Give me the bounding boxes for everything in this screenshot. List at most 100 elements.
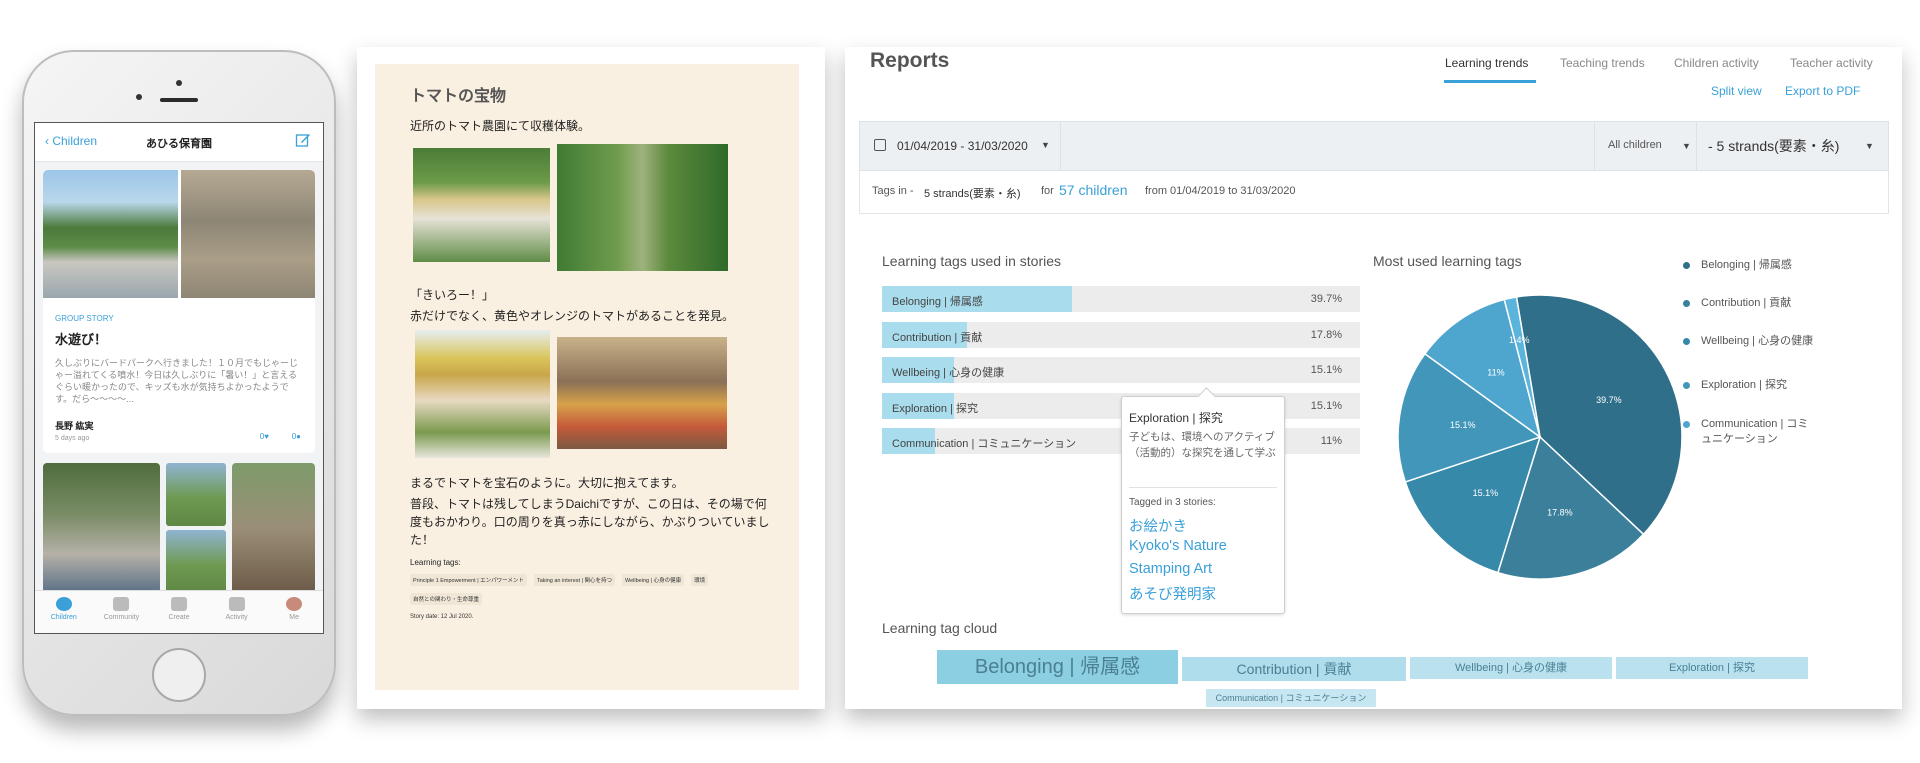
tab-teacher-activity[interactable]: Teacher activity bbox=[1790, 56, 1873, 70]
bar-label: Wellbeing | 心身の健康 bbox=[892, 367, 1005, 379]
story-paragraph: 赤だけでなく、黄色やオレンジのトマトがあることを発見。 bbox=[410, 309, 735, 323]
legend-label: Communication | コミュニケーション bbox=[1701, 418, 1809, 445]
filter-bar: 01/04/2019 - 31/03/2020 ▼ All children ▼… bbox=[859, 121, 1889, 171]
avatar bbox=[286, 597, 303, 611]
story-link[interactable]: Stamping Art bbox=[1129, 561, 1212, 577]
home-button[interactable] bbox=[152, 648, 206, 702]
chevron-down-icon: ▼ bbox=[1682, 141, 1691, 151]
pie-slice-label: 39.7% bbox=[1596, 395, 1622, 405]
legend-item[interactable]: Belonging | 帰属感 bbox=[1683, 258, 1816, 273]
tab-learning-trends[interactable]: Learning trends bbox=[1445, 56, 1528, 70]
legend-label: Belonging | 帰属感 bbox=[1701, 259, 1792, 271]
cloud-tag[interactable]: Exploration | 探究 bbox=[1616, 657, 1808, 679]
cloud-tag[interactable]: Contribution | 貢献 bbox=[1182, 657, 1406, 681]
split-view-link[interactable]: Split view bbox=[1711, 84, 1762, 98]
strands-select[interactable]: - 5 strands(要素・糸) bbox=[1708, 136, 1839, 156]
bar-row[interactable]: Wellbeing | 心身の健康 15.1% bbox=[882, 357, 1360, 383]
legend-item[interactable]: Exploration | 探究 bbox=[1683, 378, 1816, 393]
active-tab-indicator bbox=[1444, 80, 1536, 83]
phone-sensor bbox=[136, 94, 142, 100]
bar-value-label: 39.7% bbox=[1310, 293, 1342, 305]
tab-bar: Children Community Create Activity Me bbox=[35, 590, 323, 633]
story-photo bbox=[557, 337, 727, 449]
story-paragraph: 近所のトマト農園にて収穫体験。 bbox=[410, 119, 591, 133]
chevron-down-icon: ▼ bbox=[1041, 140, 1050, 150]
tab-label: Community bbox=[103, 614, 140, 621]
bar-value-label: 11% bbox=[1320, 435, 1342, 447]
divider bbox=[1696, 122, 1697, 170]
legend-swatch bbox=[1683, 338, 1690, 345]
children-select[interactable]: All children bbox=[1608, 139, 1662, 151]
summary-prefix: Tags in - bbox=[872, 185, 914, 197]
bar-row[interactable]: Belonging | 帰属感 39.7% bbox=[882, 286, 1360, 312]
tab-children-activity[interactable]: Children activity bbox=[1674, 56, 1759, 70]
story-title: 水遊び！ bbox=[55, 332, 108, 347]
story-link[interactable]: Kyoko's Nature bbox=[1129, 538, 1227, 554]
tab-create[interactable]: Create bbox=[150, 591, 208, 633]
learning-tag: Taking an interest | 関心を持つ bbox=[533, 574, 616, 586]
date-range-select[interactable]: 01/04/2019 - 31/03/2020 bbox=[897, 139, 1028, 153]
story-photo bbox=[43, 463, 160, 593]
story-timestamp: 5 days ago bbox=[55, 435, 90, 442]
bar-value-label: 15.1% bbox=[1310, 399, 1342, 412]
tooltip-description: 子どもは、環境へのアクティブ（活動的）な探究を通して学ぶ bbox=[1129, 431, 1276, 459]
learning-tag: 自然との関わり・生命尊重 bbox=[410, 593, 482, 605]
story-photos bbox=[43, 170, 315, 298]
tab-me[interactable]: Me bbox=[265, 591, 323, 633]
tab-label: Me bbox=[289, 614, 300, 621]
story-card-photos[interactable] bbox=[43, 463, 316, 593]
bars-section-title: Learning tags used in stories bbox=[882, 253, 1061, 269]
activity-icon bbox=[228, 597, 245, 611]
legend-item[interactable]: Communication | コミュニケーション bbox=[1683, 417, 1816, 447]
legend-label: Wellbeing | 心身の健康 bbox=[1701, 335, 1814, 347]
story-author: 長野 紘実 bbox=[55, 421, 94, 431]
tab-label: Children bbox=[50, 614, 77, 621]
story-feed: GROUP STORY 水遊び！ 久しぶりにバードパークへ行きました！１０月でも… bbox=[35, 162, 323, 593]
cloud-tag[interactable]: Wellbeing | 心身の健康 bbox=[1410, 657, 1612, 679]
legend-label: Contribution | 貢献 bbox=[1701, 297, 1792, 309]
legend-item[interactable]: Wellbeing | 心身の健康 bbox=[1683, 334, 1816, 349]
bar-label: Belonging | 帰属感 bbox=[892, 296, 983, 308]
bar-row[interactable]: Contribution | 貢献 17.8% bbox=[882, 321, 1360, 348]
tab-children[interactable]: Children bbox=[35, 591, 93, 633]
story-photo bbox=[165, 463, 227, 526]
comment-button[interactable]: 0● bbox=[292, 432, 301, 441]
story-photo bbox=[165, 530, 227, 593]
tab-teaching-trends[interactable]: Teaching trends bbox=[1560, 56, 1645, 70]
story-link[interactable]: あそび発明家 bbox=[1129, 583, 1216, 604]
legend-swatch bbox=[1683, 300, 1690, 307]
summary-line: Tags in - 5 strands(要素・糸) for 57 childre… bbox=[859, 171, 1889, 214]
tooltip-arrow bbox=[1197, 387, 1216, 406]
story-photo bbox=[415, 330, 550, 458]
story-paragraph: 「きいろー！」 bbox=[410, 288, 495, 302]
calendar-icon bbox=[874, 139, 886, 151]
pie-slice-label: 11% bbox=[1487, 368, 1504, 378]
pie-section-title: Most used learning tags bbox=[1373, 253, 1522, 269]
compose-icon[interactable] bbox=[295, 132, 311, 148]
legend-item[interactable]: Contribution | 貢献 bbox=[1683, 296, 1816, 311]
phone-speaker bbox=[160, 98, 198, 102]
export-pdf-link[interactable]: Export to PDF bbox=[1785, 84, 1860, 98]
cloud-section-title: Learning tag cloud bbox=[882, 620, 998, 636]
children-count-link[interactable]: 57 children bbox=[1059, 182, 1128, 198]
cloud-tag[interactable]: Communication | コミュニケーション bbox=[1206, 689, 1376, 707]
cloud-tag[interactable]: Belonging | 帰属感 bbox=[937, 650, 1178, 684]
learning-tags: Principle 1 Empowerment | エンパワーメント Takin… bbox=[410, 574, 750, 605]
pie-slice-label: 1.4% bbox=[1509, 335, 1530, 345]
legend-swatch bbox=[1683, 382, 1690, 389]
story-card[interactable]: GROUP STORY 水遊び！ 久しぶりにバードパークへ行きました！１０月でも… bbox=[43, 170, 315, 453]
like-button[interactable]: 0♥ bbox=[260, 432, 269, 441]
tab-label: Activity bbox=[225, 614, 248, 621]
tooltip-title: Exploration | 探究 bbox=[1129, 411, 1223, 425]
divider bbox=[1129, 487, 1277, 488]
learning-tags-label: Learning tags: bbox=[410, 558, 461, 567]
story-link[interactable]: お絵かき bbox=[1129, 515, 1187, 536]
bar-label: Contribution | 貢献 bbox=[892, 331, 983, 344]
learning-tag: Principle 1 Empowerment | エンパワーメント bbox=[410, 574, 527, 586]
learning-tag: Wellbeing | 心身の健康 bbox=[622, 574, 685, 586]
reports-panel: Reports Learning trends Teaching trends … bbox=[845, 47, 1902, 709]
tab-community[interactable]: Community bbox=[93, 591, 151, 633]
summary-range: from 01/04/2019 to 31/03/2020 bbox=[1145, 185, 1296, 197]
tab-activity[interactable]: Activity bbox=[208, 591, 266, 633]
legend-swatch bbox=[1683, 262, 1690, 269]
